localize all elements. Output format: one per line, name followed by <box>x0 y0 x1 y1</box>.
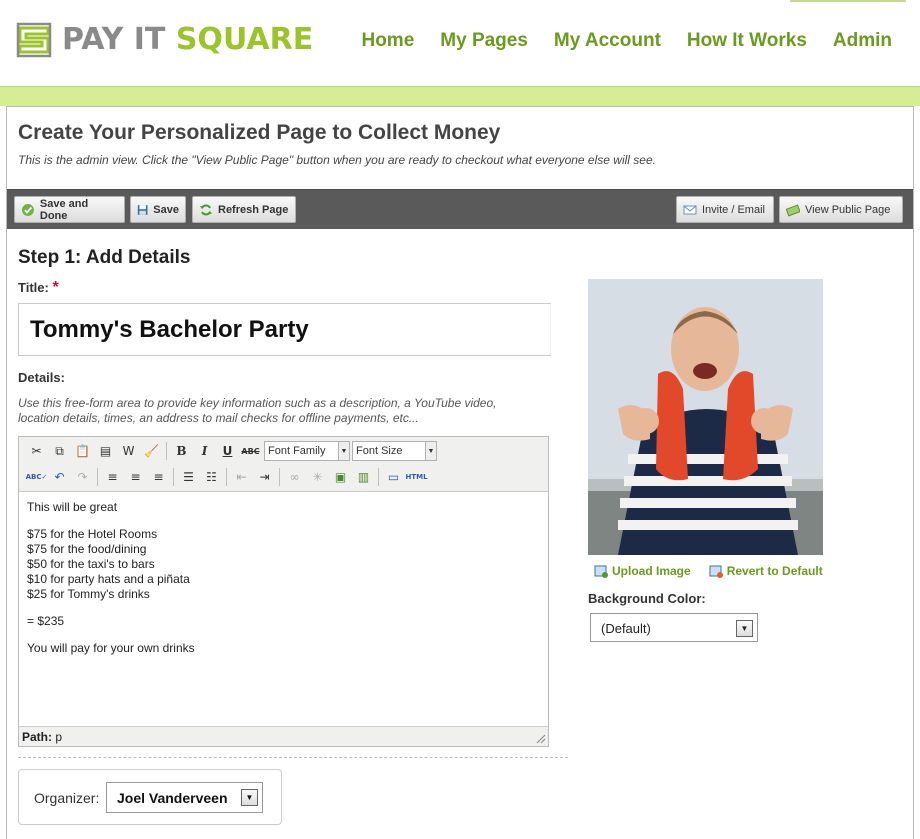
align-center-icon[interactable]: ≡ <box>124 466 147 488</box>
organizer-box: Organizer: Joel Vanderveen ▼ <box>18 769 282 825</box>
content-line: You will pay for your own drinks <box>27 641 195 655</box>
link-icon[interactable]: ∞ <box>283 466 306 488</box>
spellcheck-icon[interactable]: ABC✓ <box>25 466 48 488</box>
underline-icon[interactable]: U <box>216 440 239 462</box>
undo-icon[interactable]: ↶ <box>48 466 71 488</box>
money-icon <box>786 203 800 216</box>
upload-image-link[interactable]: Upload Image <box>594 564 691 578</box>
align-right-icon[interactable]: ≡ <box>147 466 170 488</box>
numbered-list-icon[interactable]: ☷ <box>200 466 223 488</box>
revert-to-default-link[interactable]: Revert to Default <box>709 564 823 578</box>
toolbar-separator <box>97 468 98 486</box>
save-and-done-button[interactable]: Save and Done <box>14 196 125 223</box>
nav-admin[interactable]: Admin <box>833 30 892 52</box>
content-gap <box>27 629 537 641</box>
content-line: $75 for the Hotel Rooms <box>27 527 158 541</box>
logo[interactable]: PAY IT SQUARE <box>16 22 313 58</box>
fullscreen-icon[interactable]: ▭ <box>382 466 405 488</box>
required-mark: * <box>52 279 59 296</box>
view-public-page-button[interactable]: View Public Page <box>779 196 903 223</box>
align-left-icon[interactable]: ≡ <box>101 466 124 488</box>
chevron-down-icon: ▼ <box>736 620 753 637</box>
details-editor: ✂ ⧉ 📋 ▤ W 🧹 B I U ABC Font Family ▼ Font … <box>18 436 549 747</box>
details-help-text: Use this free-form area to provide key i… <box>18 396 497 425</box>
strikethrough-icon[interactable]: ABC <box>239 440 262 462</box>
envelope-icon <box>683 205 697 214</box>
floppy-disk-icon <box>137 204 148 215</box>
background-color-label: Background Color: <box>588 591 706 606</box>
site-header: PAY IT SQUARE Home My Pages My Account H… <box>0 0 920 86</box>
font-size-select[interactable]: Font Size ▼ <box>352 441 437 461</box>
bullet-list-icon[interactable]: ☰ <box>177 466 200 488</box>
revert-image-icon <box>709 565 723 578</box>
font-family-select[interactable]: Font Family ▼ <box>264 441 350 461</box>
content-line: $50 for the taxi's to bars <box>27 557 155 571</box>
path-value[interactable]: p <box>55 730 62 744</box>
copy-icon[interactable]: ⧉ <box>48 440 71 462</box>
toolbar-separator <box>378 468 379 486</box>
upload-image-icon <box>594 565 608 578</box>
step-heading: Step 1: Add Details <box>18 247 191 268</box>
image-actions: Upload Image Revert to Default <box>594 564 823 578</box>
content-gap <box>27 515 537 527</box>
paste-icon[interactable]: 📋 <box>71 440 94 462</box>
background-color-select[interactable]: (Default) ▼ <box>590 613 758 642</box>
nav-my-pages[interactable]: My Pages <box>440 30 528 52</box>
editor-path-bar: Path: p <box>19 726 548 746</box>
nav-home[interactable]: Home <box>361 30 414 52</box>
title-input[interactable]: Tommy's Bachelor Party <box>18 303 551 356</box>
chevron-down-icon: ▼ <box>338 442 349 460</box>
refresh-icon <box>200 204 212 215</box>
toolbar-separator <box>226 468 227 486</box>
toolbar-separator <box>173 468 174 486</box>
indent-icon[interactable]: ⇥ <box>253 466 276 488</box>
refresh-page-button[interactable]: Refresh Page <box>192 196 296 223</box>
cut-icon[interactable]: ✂ <box>25 440 48 462</box>
image-icon[interactable]: ▣ <box>329 466 352 488</box>
nav-my-account[interactable]: My Account <box>554 30 661 52</box>
title-label: Title: * <box>18 279 59 296</box>
chevron-down-icon: ▼ <box>425 442 436 460</box>
italic-icon[interactable]: I <box>193 440 216 462</box>
page-title: Create Your Personalized Page to Collect… <box>18 121 501 144</box>
clean-format-icon[interactable]: 🧹 <box>140 440 163 462</box>
unlink-icon[interactable]: ✳ <box>306 466 329 488</box>
page-subtitle: This is the admin view. Click the "View … <box>18 153 656 167</box>
content-line: $25 for Tommy's drinks <box>27 587 150 601</box>
outdent-icon[interactable]: ⇤ <box>230 466 253 488</box>
page-photo <box>588 279 823 555</box>
main-panel: Create Your Personalized Page to Collect… <box>6 106 914 839</box>
organizer-select[interactable]: Joel Vanderveen ▼ <box>106 782 263 813</box>
nav-how-it-works[interactable]: How It Works <box>687 30 807 52</box>
check-icon <box>21 203 34 216</box>
content-line: This will be great <box>27 500 118 514</box>
content-line: $75 for the food/dining <box>27 542 147 556</box>
action-toolbar: Save and Done Save Refresh Page Invite /… <box>7 189 913 229</box>
content-line: = $235 <box>27 614 65 628</box>
content-line: $10 for party hats and a piñata <box>27 572 190 586</box>
invite-email-button[interactable]: Invite / Email <box>676 196 774 223</box>
bold-icon[interactable]: B <box>170 440 193 462</box>
save-button[interactable]: Save <box>130 196 186 223</box>
header-accent-bar <box>790 0 906 2</box>
toolbar-separator <box>279 468 280 486</box>
media-icon[interactable]: ▥ <box>352 466 375 488</box>
header-band <box>0 86 920 106</box>
redo-icon[interactable]: ↷ <box>71 466 94 488</box>
logo-mark-icon <box>16 22 52 58</box>
editor-content[interactable]: This will be great $75 for the Hotel Roo… <box>27 500 537 656</box>
logo-wordmark: PAY IT SQUARE <box>62 22 314 57</box>
html-source-icon[interactable]: HTML <box>405 466 428 488</box>
organizer-label: Organizer: <box>34 790 100 806</box>
main-nav: Home My Pages My Account How It Works Ad… <box>361 30 892 52</box>
paste-text-icon[interactable]: ▤ <box>94 440 117 462</box>
paste-word-icon[interactable]: W <box>117 440 140 462</box>
resize-handle-icon[interactable] <box>536 734 546 744</box>
chevron-down-icon: ▼ <box>241 789 258 806</box>
toolbar-separator <box>166 442 167 460</box>
details-label: Details: <box>18 370 65 385</box>
content-gap <box>27 602 537 614</box>
editor-toolbar: ✂ ⧉ 📋 ▤ W 🧹 B I U ABC Font Family ▼ Font … <box>19 437 548 492</box>
divider <box>18 757 568 758</box>
